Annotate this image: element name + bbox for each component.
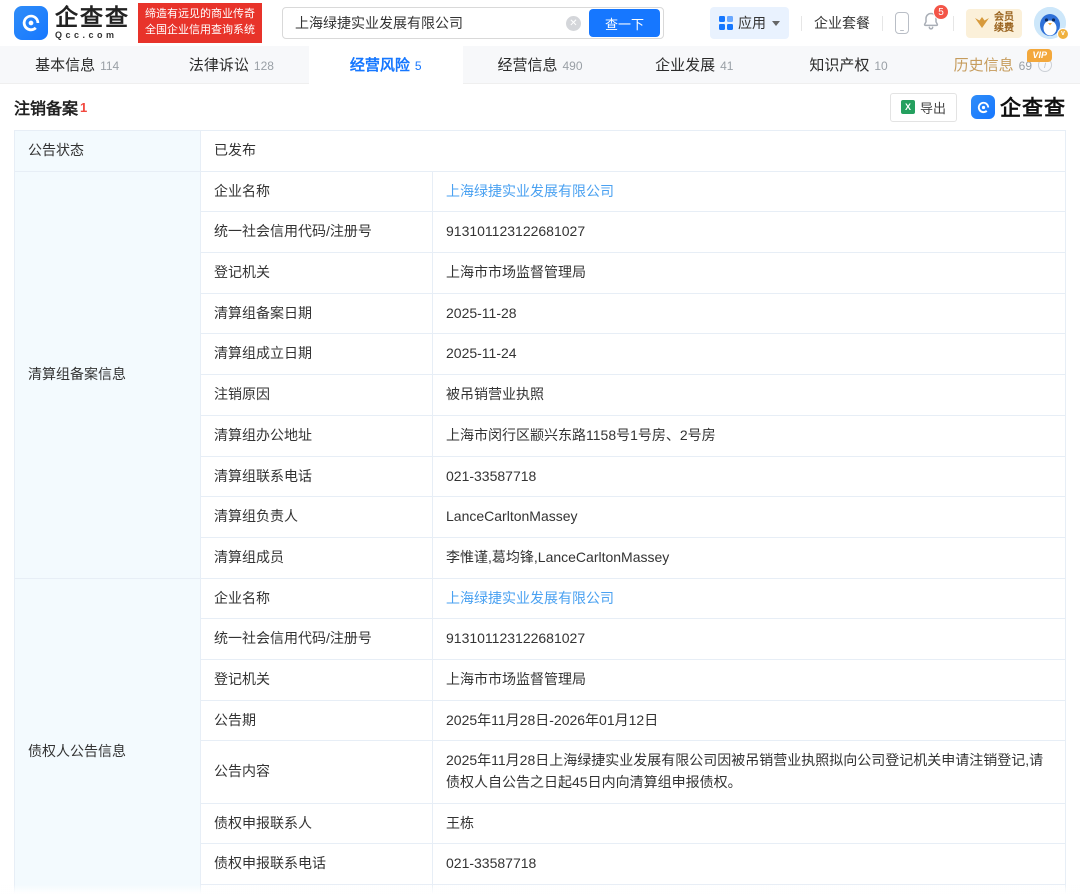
tab-operating-info[interactable]: 经营信息 490 bbox=[463, 46, 617, 83]
watermark-brand: 企查查 bbox=[971, 92, 1066, 122]
apps-label: 应用 bbox=[738, 13, 766, 33]
search-bar: ✕ 查一下 bbox=[282, 7, 664, 39]
field-label: 公告期 bbox=[201, 700, 433, 741]
field-value: 上海市市场监督管理局 bbox=[433, 253, 1066, 294]
field-value: 2025-11-24 bbox=[433, 334, 1066, 375]
field-label: 清算组备案日期 bbox=[201, 293, 433, 334]
qcc-logo-icon bbox=[971, 95, 995, 119]
table-row: 债权人公告信息 企业名称 上海绿捷实业发展有限公司 bbox=[15, 578, 1066, 619]
company-name-link[interactable]: 上海绿捷实业发展有限公司 bbox=[446, 590, 614, 606]
record-count: 1 bbox=[80, 100, 87, 115]
page-title: 注销备案 bbox=[14, 95, 78, 119]
brand-text: 企查查 Qcc.com bbox=[55, 6, 130, 40]
field-value: 021-33587718 bbox=[433, 456, 1066, 497]
field-label: 债权申报地址 bbox=[201, 885, 433, 894]
brand-slogan: 缔造有远见的商业传奇 全国企业信用查询系统 bbox=[138, 3, 262, 43]
divider bbox=[801, 16, 802, 31]
field-label: 清算组办公地址 bbox=[201, 415, 433, 456]
field-label: 企业名称 bbox=[201, 578, 433, 619]
section-cell: 公告状态 bbox=[15, 131, 201, 172]
table-row: 清算组备案信息 企业名称 上海绿捷实业发展有限公司 bbox=[15, 171, 1066, 212]
field-label: 企业名称 bbox=[201, 171, 433, 212]
divider bbox=[953, 16, 954, 31]
search-button[interactable]: 查一下 bbox=[589, 9, 660, 37]
slogan-line2: 全国企业信用查询系统 bbox=[145, 23, 255, 39]
tab-basic-info[interactable]: 基本信息 114 bbox=[0, 46, 154, 83]
field-value: 2025年11月28日上海绿捷实业发展有限公司因被吊销营业执照拟向公司登记机关申… bbox=[433, 741, 1066, 803]
excel-icon: X bbox=[901, 100, 915, 114]
apps-menu-button[interactable]: 应用 bbox=[710, 7, 789, 39]
notifications-button[interactable]: 5 bbox=[921, 11, 941, 36]
tab-legal-litigation[interactable]: 法律诉讼 128 bbox=[154, 46, 308, 83]
field-value: 913101123122681027 bbox=[433, 619, 1066, 660]
chevron-down-icon bbox=[772, 21, 780, 26]
top-header: 企查查 Qcc.com 缔造有远见的商业传奇 全国企业信用查询系统 ✕ 查一下 … bbox=[0, 0, 1080, 46]
slogan-line1: 缔造有远见的商业传奇 bbox=[145, 7, 255, 23]
field-value: 被吊销营业执照 bbox=[433, 375, 1066, 416]
qcc-logo[interactable]: 企查查 Qcc.com 缔造有远见的商业传奇 全国企业信用查询系统 bbox=[14, 3, 262, 43]
cancellation-filing-table: 公告状态 已发布 清算组备案信息 企业名称 上海绿捷实业发展有限公司 统一社会信… bbox=[14, 130, 1066, 894]
field-label: 债权申报联系电话 bbox=[201, 844, 433, 885]
field-label: 登记机关 bbox=[201, 253, 433, 294]
divider bbox=[882, 16, 883, 31]
field-value: 021-33587718 bbox=[433, 844, 1066, 885]
content-header: 注销备案 1 X 导出 企查查 bbox=[0, 84, 1080, 128]
vip-renew-button[interactable]: 会员 续费 bbox=[966, 9, 1022, 38]
section-cell: 清算组备案信息 bbox=[15, 171, 201, 578]
table-row: 公告状态 已发布 bbox=[15, 131, 1066, 172]
brand-name: 企查查 bbox=[55, 6, 130, 29]
field-value: 上海市市场监督管理局 bbox=[433, 659, 1066, 700]
field-value: LanceCarltonMassey bbox=[433, 497, 1066, 538]
watermark-brand-text: 企查查 bbox=[1000, 92, 1066, 122]
vip-badge: VIP bbox=[1027, 49, 1052, 62]
field-value: 已发布 bbox=[201, 131, 1066, 172]
tab-history-info[interactable]: 历史信息 69 VIP i bbox=[926, 46, 1080, 83]
enterprise-package-link[interactable]: 企业套餐 bbox=[814, 13, 870, 33]
clear-search-icon[interactable]: ✕ bbox=[566, 16, 581, 31]
vip-renew-label: 会员 续费 bbox=[994, 12, 1014, 35]
field-label: 统一社会信用代码/注册号 bbox=[201, 619, 433, 660]
brand-domain: Qcc.com bbox=[55, 31, 130, 40]
tab-enterprise-development[interactable]: 企业发展 41 bbox=[617, 46, 771, 83]
vip-crown-icon bbox=[974, 16, 990, 30]
field-label: 清算组联系电话 bbox=[201, 456, 433, 497]
export-button[interactable]: X 导出 bbox=[890, 93, 957, 122]
field-label: 统一社会信用代码/注册号 bbox=[201, 212, 433, 253]
avatar-vip-badge: v bbox=[1057, 28, 1069, 40]
notification-badge: 5 bbox=[933, 4, 949, 20]
field-label: 注销原因 bbox=[201, 375, 433, 416]
field-label: 清算组成员 bbox=[201, 537, 433, 578]
export-label: 导出 bbox=[920, 98, 946, 117]
apps-grid-icon bbox=[719, 16, 733, 30]
field-value: 李惟谨,葛均锋,LanceCarltonMassey bbox=[433, 537, 1066, 578]
content-header-right: X 导出 企查查 bbox=[890, 92, 1066, 122]
company-name-link[interactable]: 上海绿捷实业发展有限公司 bbox=[446, 183, 614, 199]
field-value: 上海市闵行区颛兴东路1158号1号房、2号房 bbox=[433, 415, 1066, 456]
user-avatar[interactable]: v bbox=[1034, 7, 1066, 39]
company-tabbar: 基本信息 114 法律诉讼 128 经营风险 5 经营信息 490 企业发展 4… bbox=[0, 46, 1080, 84]
qcc-logo-icon bbox=[14, 6, 48, 40]
header-right-nav: 应用 企业套餐 5 会员 续费 bbox=[710, 7, 1066, 39]
section-cell: 债权人公告信息 bbox=[15, 578, 201, 894]
search-input[interactable] bbox=[295, 15, 566, 31]
field-label: 登记机关 bbox=[201, 659, 433, 700]
tab-intellectual-property[interactable]: 知识产权 10 bbox=[771, 46, 925, 83]
field-value: 913101123122681027 bbox=[433, 212, 1066, 253]
mobile-app-icon[interactable] bbox=[895, 12, 909, 34]
field-label: 清算组负责人 bbox=[201, 497, 433, 538]
field-label: 债权申报联系人 bbox=[201, 803, 433, 844]
field-value: 2025年11月28日-2026年01月12日 bbox=[433, 700, 1066, 741]
tab-operating-risk[interactable]: 经营风险 5 bbox=[309, 46, 463, 84]
field-value: 王栋 bbox=[433, 803, 1066, 844]
field-value: 上海市闵行区颛兴东路1158号1号房、2号房 bbox=[433, 885, 1066, 894]
field-label: 清算组成立日期 bbox=[201, 334, 433, 375]
field-value: 2025-11-28 bbox=[433, 293, 1066, 334]
field-label: 公告内容 bbox=[201, 741, 433, 803]
